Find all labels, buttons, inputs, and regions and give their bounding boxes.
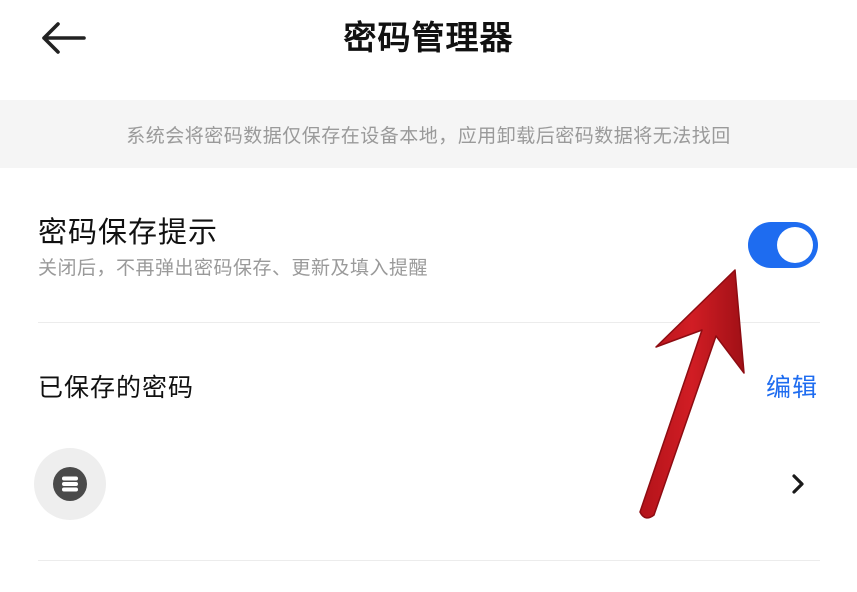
saved-passwords-title: 已保存的密码 — [38, 373, 195, 402]
toggle-knob — [777, 227, 813, 263]
site-logo-icon — [53, 467, 87, 501]
password-manager-page: 密码管理器 系统会将密码数据仅保存在设备本地，应用卸载后密码数据将无法找回 密码… — [0, 0, 857, 592]
edit-button[interactable]: 编辑 — [766, 368, 818, 408]
divider — [38, 560, 820, 561]
saved-password-entry[interactable] — [34, 446, 820, 522]
site-avatar — [34, 448, 106, 520]
setting-subtitle: 关闭后，不再弹出密码保存、更新及填入提醒 — [38, 257, 429, 279]
save-prompt-setting-row: 密码保存提示 关闭后，不再弹出密码保存、更新及填入提醒 — [38, 204, 820, 294]
notice-text: 系统会将密码数据仅保存在设备本地，应用卸载后密码数据将无法找回 — [126, 124, 731, 147]
save-prompt-toggle[interactable] — [748, 222, 818, 268]
page-title: 密码管理器 — [343, 18, 514, 57]
saved-passwords-header: 已保存的密码 编辑 — [38, 366, 820, 410]
divider — [38, 322, 820, 323]
top-bar: 密码管理器 — [0, 0, 857, 96]
setting-title: 密码保存提示 — [38, 215, 219, 249]
chevron-right-icon — [788, 468, 808, 500]
notice-banner: 系统会将密码数据仅保存在设备本地，应用卸载后密码数据将无法找回 — [0, 100, 857, 168]
